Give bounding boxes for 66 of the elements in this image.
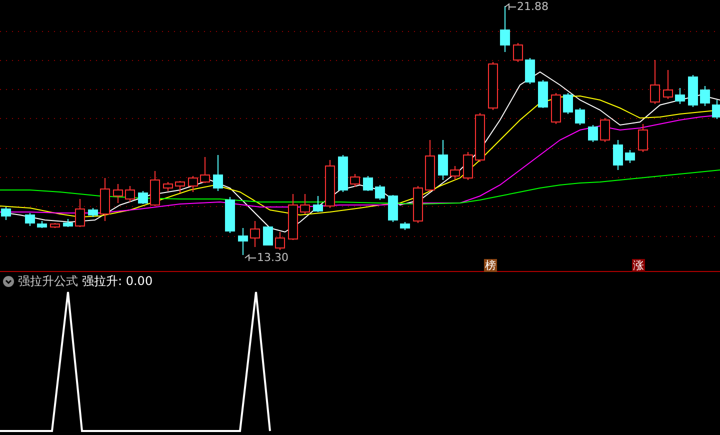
candlestick (138, 190, 148, 204)
candlestick (413, 186, 423, 224)
candlestick (63, 218, 73, 228)
candlestick (551, 92, 561, 124)
candlestick (313, 196, 323, 212)
candlestick (712, 100, 720, 120)
candlestick (188, 176, 198, 192)
candlestick (350, 174, 360, 188)
collapse-icon[interactable] (3, 276, 14, 286)
candlestick (300, 194, 310, 214)
candlestick (438, 140, 448, 180)
candlestick (125, 186, 135, 202)
candlestick (113, 184, 123, 204)
candlestick (37, 220, 47, 228)
candlestick (25, 212, 35, 226)
candlestick (325, 160, 335, 208)
candlestick (600, 118, 610, 142)
leader-line (504, 3, 516, 10)
candlestick (688, 74, 698, 108)
candlestick (88, 208, 98, 218)
candlestick (575, 108, 585, 126)
signal-marker: 榜 (484, 259, 497, 272)
candlestick (363, 176, 373, 192)
low-price-label: 13.30 (257, 252, 288, 264)
leader-line (244, 254, 256, 262)
candlestick (225, 196, 235, 234)
candlestick (588, 124, 598, 142)
candlestick (400, 222, 410, 230)
candlestick (513, 42, 523, 62)
signal-marker: 涨 (632, 259, 645, 272)
high-price-label: 21.88 (517, 1, 548, 13)
candlestick (388, 194, 398, 222)
candlestick (463, 152, 473, 180)
candlestick (213, 154, 223, 192)
indicator-title: 强拉升公式 (18, 272, 78, 290)
candlestick (338, 154, 348, 192)
candlestick (700, 86, 710, 106)
candlestick (238, 228, 248, 256)
candlestick (50, 222, 60, 228)
candlestick (150, 170, 160, 206)
candlestick (613, 140, 623, 170)
candlestick (625, 150, 635, 164)
candlestick (663, 70, 673, 100)
candlestick (1, 206, 11, 220)
candlestick (250, 220, 260, 248)
candlestick (288, 194, 298, 240)
candlestick (538, 80, 548, 108)
candlestick (525, 58, 535, 84)
candlestick (375, 184, 385, 200)
candlestick (163, 182, 173, 192)
indicator-value: 强拉升: 0.00 (82, 272, 153, 290)
candlestick (475, 112, 485, 162)
candlestick (263, 226, 273, 246)
candlestick (275, 232, 285, 250)
candlestick (200, 156, 210, 184)
candlestick (675, 88, 685, 104)
candlestick (563, 92, 573, 114)
candlestick (500, 6, 510, 52)
candlestick (450, 166, 460, 180)
candlestick (488, 62, 498, 110)
candlestick (425, 140, 435, 192)
candlestick (175, 180, 185, 194)
candlestick (75, 198, 85, 228)
candlestick (100, 178, 110, 222)
candlestick (638, 124, 648, 152)
candlestick (650, 60, 660, 104)
